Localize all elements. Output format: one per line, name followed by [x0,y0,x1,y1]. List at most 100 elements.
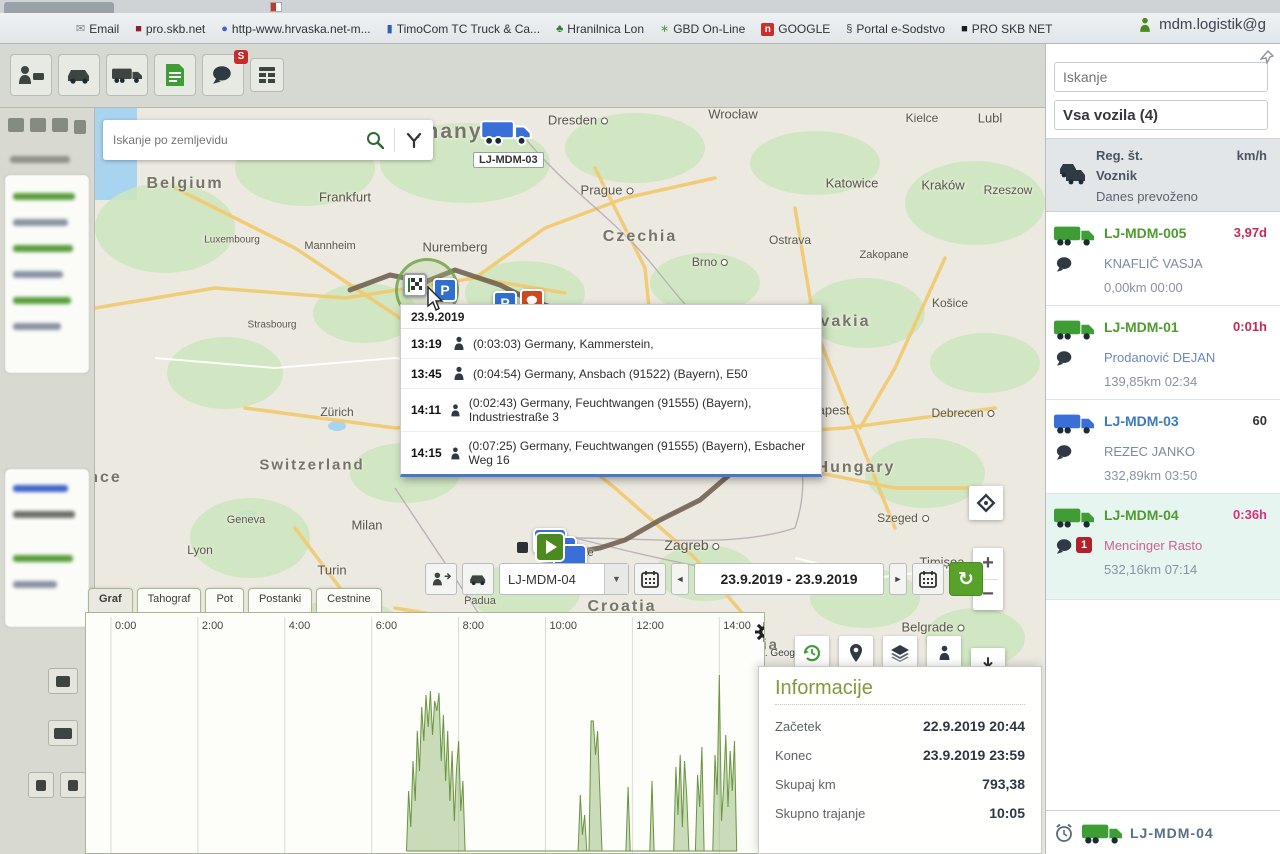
truck-tool-button[interactable] [48,720,78,746]
map-city-label: Milan [351,518,382,533]
tab-graf[interactable]: Graf [88,588,133,612]
info-label: Začetek [775,719,821,734]
vehicle-plate: LJ-MDM-03 [1104,413,1179,429]
place-marker-button[interactable] [839,636,873,670]
history-button[interactable] [795,636,829,670]
map-filter-button[interactable] [395,132,433,148]
vehicle-mode-button[interactable] [462,563,494,595]
small-tool-button[interactable] [60,772,86,798]
vehicle-filter-dropdown[interactable]: Vsa vozila (4) [1054,100,1268,130]
account-menu[interactable]: mdm.logistik@g [1137,16,1266,33]
streetview-button[interactable] [927,636,961,670]
grid-button[interactable] [250,58,284,92]
drivers-button[interactable] [10,54,52,96]
svg-text:6:00: 6:00 [376,620,397,632]
mini-tool-icon[interactable] [52,118,68,132]
stop-time: 13:45 [411,367,445,381]
alert-count-badge[interactable]: 1 [1076,537,1092,553]
stop-row[interactable]: 13:19 (0:03:03) Germany, Kammerstein, [401,329,821,359]
date-range-field[interactable]: 23.9.2019 - 23.9.2019 [694,563,884,595]
account-email: mdm.logistik@g [1159,16,1266,33]
vehicle-dropdown[interactable]: LJ-MDM-04 ▼ [499,563,629,595]
stop-row[interactable]: 14:11 (0:02:43) Germany, Feuchtwangen (9… [401,389,821,432]
browser-tab[interactable] [4,2,114,13]
skb-bookmark-icon: ■ [135,23,142,35]
calendar-button[interactable] [634,563,666,595]
vehicle-driver: Mencinger Rasto [1104,538,1202,553]
browser-chrome: ✉Email ■pro.skb.net ●http-www.hrvaska.net-… [0,0,1280,44]
hranilnica-bookmark[interactable]: ♣Hranilnica Lon [556,22,644,36]
fleet-icon [1054,161,1088,187]
sidebar-search-input[interactable] [1055,63,1267,91]
svg-text:0:00: 0:00 [115,620,136,632]
stop-location: (0:02:43) Germany, Feuchtwangen (91555) … [469,396,811,424]
tab-cestnine[interactable]: Cestnine [316,588,381,612]
timocom-bookmark[interactable]: ▮TimoCom TC Truck & Ca... [387,22,540,36]
search-icon [366,131,384,149]
chat-bubble-icon[interactable] [1056,444,1074,461]
svg-text:10:00: 10:00 [550,620,578,632]
truck-button[interactable] [106,54,148,96]
vehicle-sidebar: Vsa vozila (4) Reg. št. km/h Voznik Dane… [1045,44,1280,854]
calendar-button-2[interactable] [912,563,944,595]
left-sidebar [0,108,95,854]
vehicle-row-ljmdm01[interactable]: LJ-MDM-01 0:01h Prodanović DEJAN 139,85k… [1046,306,1280,400]
vehicle-status: 0:36h [1233,507,1267,522]
skb-bookmark[interactable]: ■pro.skb.net [135,22,205,36]
browser-favicon [270,2,282,12]
hrvaska-bookmark[interactable]: ●http-www.hrvaska.net-m... [221,22,370,36]
layers-button[interactable] [883,636,917,670]
filter-icon [406,132,422,148]
alert-s-badge: S [234,50,248,64]
start-flag-marker[interactable] [403,273,427,297]
skbnet-bookmark[interactable]: ■PRO SKB NET [961,22,1052,36]
chat-bubble-icon[interactable] [1056,350,1074,367]
gbd-bookmark[interactable]: ∗GBD On-Line [660,22,745,36]
bookmark-label: PRO SKB NET [972,22,1053,36]
stop-row[interactable]: 13:45 (0:04:54) Germany, Ansbach (91522)… [401,359,821,389]
esodstvo-bookmark[interactable]: §Portal e-Sodstvo [846,22,945,36]
map-search-input[interactable] [103,133,356,147]
map-city-label: Strasbourg [248,320,297,331]
sidebar-footer[interactable]: LJ-MDM-04 [1046,810,1280,854]
prev-day-button[interactable]: ◄ [671,563,689,595]
pin-icon[interactable] [1260,50,1274,64]
refresh-button[interactable]: ↻ [949,562,983,596]
route-play-button[interactable] [535,532,565,562]
layers-tool-button[interactable] [48,668,78,694]
recenter-button[interactable] [969,486,1003,520]
person-stop-icon [450,403,461,418]
vehicle-row-ljmdm03[interactable]: LJ-MDM-03 60 REZEC JANKO 332,89km 03:50 [1046,400,1280,494]
driver-select-button[interactable] [425,563,457,595]
mini-tool-icon[interactable] [30,118,46,132]
map-search-button[interactable] [356,131,394,149]
vehicle-row-ljmdm005[interactable]: LJ-MDM-005 3,97d KNAFLIČ VASJA 0,00km 00… [1046,212,1280,306]
stop-row[interactable]: 14:15 (0:07:25) Germany, Feuchtwangen (9… [401,432,821,474]
truck-marker-ljmdm03[interactable] [480,116,532,150]
tab-tahograf[interactable]: Tahograf [137,588,202,612]
google-bookmark-icon: n [761,23,774,36]
map-city-label: Lyon [187,543,213,557]
compass-target-icon [976,493,996,513]
tab-pot[interactable]: Pot [205,588,244,612]
vehicle-row-ljmdm04-selected[interactable]: LJ-MDM-04 0:36h 1 Mencinger Rasto 532,16… [1046,494,1280,600]
next-day-button[interactable]: ► [889,563,907,595]
small-tool-button[interactable] [28,772,54,798]
truck-icon-green [1054,224,1094,246]
map-document-button[interactable] [154,54,196,96]
pegman-icon [938,644,951,662]
email-bookmark[interactable]: ✉Email [76,22,119,36]
vehicle-plate: LJ-MDM-005 [1104,225,1186,241]
chat-bubble-icon[interactable] [1056,538,1074,555]
tab-postanki[interactable]: Postanki [248,588,312,612]
user-icon [1137,17,1153,33]
vehicle-group-panel[interactable] [4,174,90,374]
google-bookmark[interactable]: nGOOGLE [761,22,830,36]
chat-bubble-icon[interactable] [1056,256,1074,273]
mini-tool-icon[interactable] [74,120,86,134]
messages-button[interactable]: S [202,54,244,96]
mini-tool-icon[interactable] [8,118,24,132]
car-button[interactable] [58,54,100,96]
bookmark-label: GBD On-Line [673,22,745,36]
links-panel[interactable] [4,468,90,628]
